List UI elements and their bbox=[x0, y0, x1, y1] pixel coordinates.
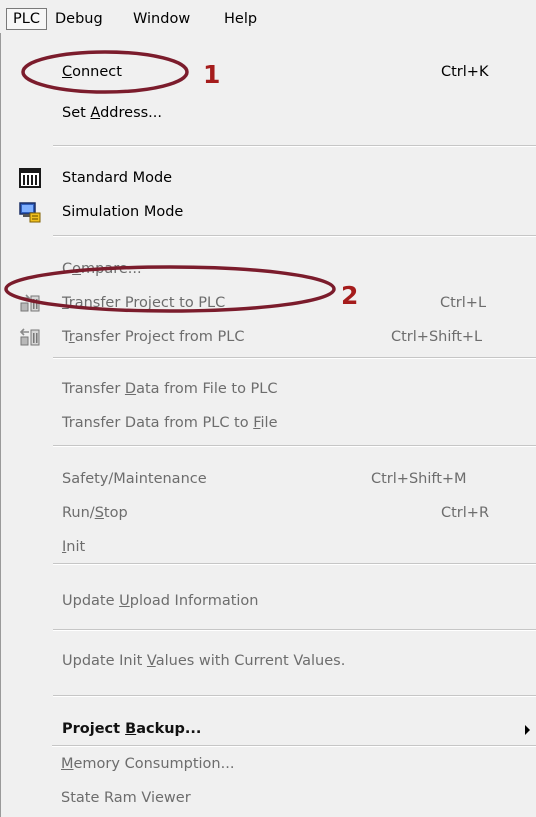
menu-item-update-upload-information[interactable]: Update Upload Information bbox=[1, 584, 536, 618]
separator bbox=[53, 357, 536, 359]
menu-item-standard-mode[interactable]: Standard Mode bbox=[1, 161, 536, 195]
menu-item-simulation-mode[interactable]: Simulation Mode bbox=[1, 195, 536, 229]
annotation-marker-1: 1 bbox=[203, 60, 221, 89]
project-backup-label: Project Backup... bbox=[62, 721, 202, 737]
transfer-to-plc-shortcut: Ctrl+L bbox=[440, 295, 487, 311]
menu-item-update-init-values[interactable]: Update Init Values with Current Values. bbox=[1, 644, 536, 678]
simulation-mode-icon bbox=[19, 201, 41, 223]
menubar-help[interactable]: Help bbox=[218, 8, 263, 30]
update-init-label: Update Init Values with Current Values. bbox=[62, 653, 346, 669]
run-stop-shortcut: Ctrl+R bbox=[441, 505, 490, 521]
menu-item-init[interactable]: Init bbox=[1, 530, 536, 564]
menubar-plc[interactable]: PLC bbox=[6, 8, 47, 30]
standard-mode-label: Standard Mode bbox=[62, 170, 173, 186]
run-stop-label: Run/Stop bbox=[62, 505, 128, 521]
menu-item-transfer-project-to-plc[interactable]: Transfer Project to PLC Ctrl+L bbox=[1, 286, 536, 320]
transfer-from-plc-shortcut: Ctrl+Shift+L bbox=[391, 329, 483, 345]
update-upload-label: Update Upload Information bbox=[62, 593, 259, 609]
menu-item-set-address[interactable]: Set Address... bbox=[1, 96, 536, 130]
init-label: Init bbox=[62, 539, 86, 555]
menu-item-project-backup[interactable]: Project Backup... bbox=[1, 712, 536, 746]
safety-maintenance-label: Safety/Maintenance bbox=[62, 471, 207, 487]
set-address-label: Set Address... bbox=[62, 105, 163, 121]
safety-maintenance-shortcut: Ctrl+Shift+M bbox=[371, 471, 467, 487]
menubar-debug[interactable]: Debug bbox=[49, 8, 109, 30]
compare-label: Compare... bbox=[62, 261, 142, 277]
menu-item-safety-maintenance[interactable]: Safety/Maintenance Ctrl+Shift+M bbox=[1, 462, 536, 496]
separator bbox=[53, 629, 536, 631]
menu-item-compare[interactable]: Compare... bbox=[1, 252, 536, 286]
transfer-from-plc-icon bbox=[19, 326, 41, 348]
data-file-to-plc-label: Transfer Data from File to PLC bbox=[62, 381, 278, 397]
menu-item-transfer-data-plc-to-file[interactable]: Transfer Data from PLC to File bbox=[1, 406, 536, 440]
menu-bar: PLC Debug Window Help bbox=[0, 0, 536, 33]
annotation-marker-2: 2 bbox=[341, 281, 359, 310]
submenu-arrow-icon bbox=[525, 725, 530, 735]
simulation-mode-label: Simulation Mode bbox=[62, 204, 184, 220]
separator bbox=[53, 563, 536, 565]
connect-shortcut: Ctrl+K bbox=[441, 64, 489, 80]
menubar-window[interactable]: Window bbox=[127, 8, 196, 30]
connect-label: Connect bbox=[62, 64, 122, 80]
transfer-to-plc-label: Transfer Project to PLC bbox=[62, 295, 226, 311]
separator bbox=[53, 445, 536, 447]
menu-item-transfer-project-from-plc[interactable]: Transfer Project from PLC Ctrl+Shift+L bbox=[1, 320, 536, 354]
standard-mode-icon bbox=[19, 167, 41, 189]
menu-item-run-stop[interactable]: Run/Stop Ctrl+R bbox=[1, 496, 536, 530]
menu-item-connect[interactable]: Connect Ctrl+K bbox=[1, 55, 536, 89]
menu-item-transfer-data-file-to-plc[interactable]: Transfer Data from File to PLC bbox=[1, 372, 536, 406]
plc-dropdown-menu: Connect Ctrl+K Set Address... Standard M… bbox=[0, 33, 536, 817]
separator bbox=[53, 145, 536, 147]
separator bbox=[53, 695, 536, 697]
transfer-to-plc-icon bbox=[19, 292, 41, 314]
data-plc-to-file-label: Transfer Data from PLC to File bbox=[62, 415, 278, 431]
transfer-from-plc-label: Transfer Project from PLC bbox=[62, 329, 245, 345]
separator bbox=[53, 235, 536, 237]
